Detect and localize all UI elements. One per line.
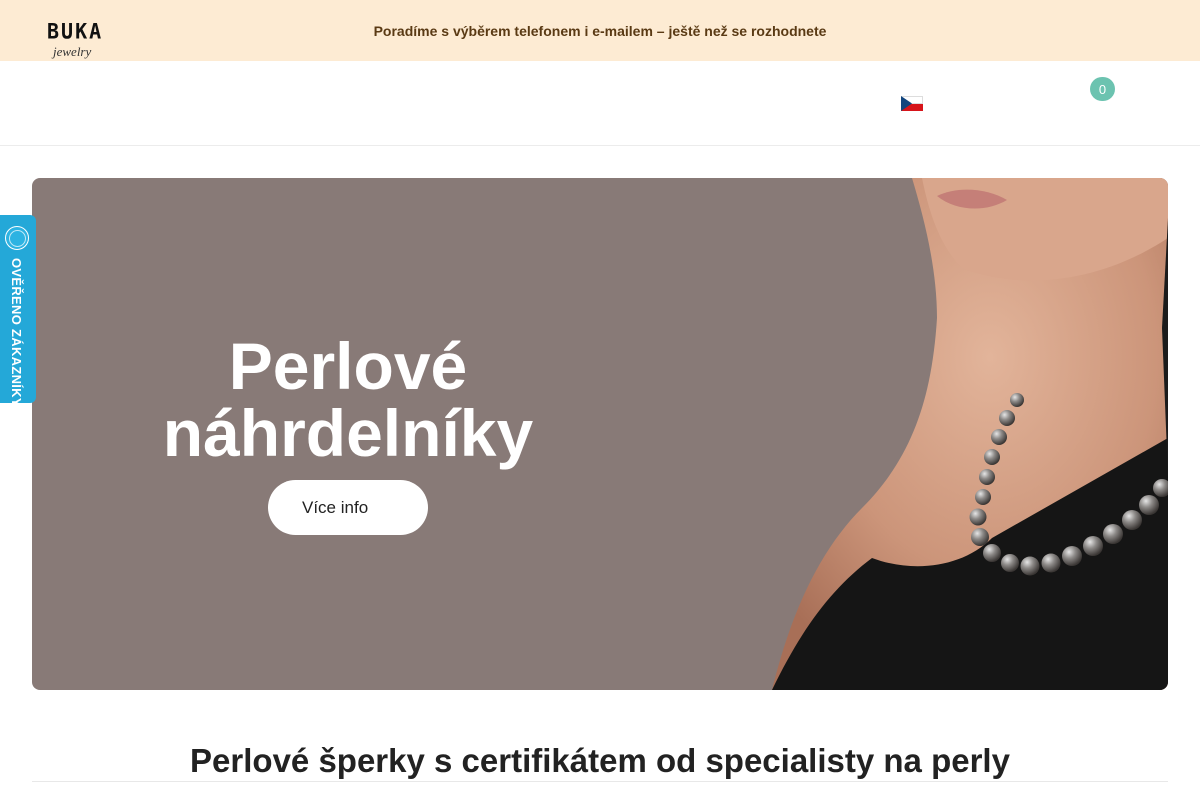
section-heading: Perlové šperky s certifikátem od special… [190, 742, 1010, 779]
hero-title: Perlové náhrdelníky [150, 333, 546, 467]
verified-customers-tab[interactable]: OVĚŘENO ZÁKAZNÍKY [0, 215, 36, 407]
logo-brand: BUKA [47, 18, 104, 44]
announcement-bar: Poradíme s výběrem telefonem i e-mailem … [0, 0, 1200, 61]
more-info-button[interactable]: Více info [268, 480, 428, 535]
site-header [0, 61, 1200, 146]
flag-cz-icon[interactable] [901, 96, 923, 111]
verified-badge-text: OVĚŘENO ZÁKAZNÍKY [9, 258, 24, 407]
cart-count-badge[interactable]: 0 [1090, 77, 1115, 101]
logo-subtitle: jewelry [53, 44, 92, 59]
buka-logo[interactable]: BUKA jewelry [47, 18, 107, 62]
verified-seal-icon [5, 226, 29, 250]
hero-title-line2: náhrdelníky [162, 396, 534, 470]
hero-title-line1: Perlové [228, 329, 468, 403]
hero-banner: Perlové náhrdelníky Více info [32, 178, 1168, 690]
announcement-text: Poradíme s výběrem telefonem i e-mailem … [373, 22, 827, 39]
section-divider [32, 781, 1168, 782]
